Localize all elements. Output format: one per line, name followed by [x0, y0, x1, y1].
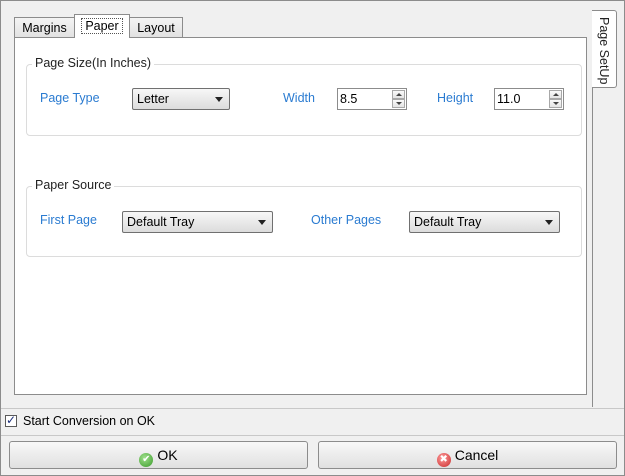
first-page-select[interactable]: Default Tray: [122, 211, 273, 233]
arrow-up-icon: [553, 93, 559, 96]
width-label: Width: [283, 91, 315, 105]
paper-source-group: Paper Source First Page Default Tray Oth…: [26, 178, 582, 257]
height-spin-buttons: [549, 90, 562, 108]
width-decrement-button[interactable]: [392, 99, 405, 108]
chevron-down-icon: [215, 97, 223, 102]
width-stepper[interactable]: [337, 88, 407, 110]
check-circle-icon: ✔: [139, 453, 154, 467]
checkmark-icon: ✓: [6, 413, 17, 427]
height-decrement-button[interactable]: [549, 99, 562, 108]
other-pages-label: Other Pages: [311, 213, 382, 227]
paper-tab-panel: Page Size(In Inches) Page Type Letter Wi…: [14, 37, 587, 395]
chevron-down-icon: [258, 220, 266, 225]
other-pages-select[interactable]: Default Tray: [409, 211, 560, 233]
side-divider: [592, 87, 593, 407]
page-setup-window: Margins Paper Layout Page Size(In Inches…: [0, 0, 625, 476]
tab-margins-label: Margins: [22, 21, 67, 35]
arrow-down-icon: [396, 102, 402, 105]
tab-page-setup[interactable]: Page SetUp: [592, 10, 617, 88]
page-type-label: Page Type: [40, 91, 100, 105]
tab-paper[interactable]: Paper: [74, 14, 130, 38]
ok-label: OK: [157, 447, 178, 463]
tab-paper-label: Paper: [81, 18, 123, 34]
height-input[interactable]: [497, 91, 541, 107]
cancel-button[interactable]: ✖ Cancel: [318, 441, 617, 469]
page-setup-tab-label: Page SetUp: [597, 17, 611, 85]
height-label: Height: [437, 91, 474, 105]
page-type-select[interactable]: Letter: [132, 88, 230, 110]
width-increment-button[interactable]: [392, 90, 405, 99]
arrow-up-icon: [396, 93, 402, 96]
ok-button[interactable]: ✔ OK: [9, 441, 308, 469]
divider: [1, 435, 624, 436]
height-stepper[interactable]: [494, 88, 564, 110]
first-page-value: Default Tray: [127, 215, 195, 229]
page-size-title: Page Size(In Inches): [32, 56, 155, 70]
tab-margins[interactable]: Margins: [14, 17, 75, 37]
page-type-value: Letter: [137, 92, 169, 106]
chevron-down-icon: [545, 220, 553, 225]
page-size-group: Page Size(In Inches) Page Type Letter Wi…: [26, 56, 582, 136]
other-pages-value: Default Tray: [414, 215, 482, 229]
paper-source-title: Paper Source: [32, 178, 115, 192]
divider: [1, 408, 624, 409]
tab-layout-label: Layout: [137, 21, 175, 35]
first-page-label: First Page: [40, 213, 97, 227]
start-conversion-checkbox[interactable]: ✓: [5, 413, 17, 427]
width-spin-buttons: [392, 90, 405, 108]
cancel-label: Cancel: [454, 447, 499, 463]
tab-layout[interactable]: Layout: [129, 17, 183, 37]
width-input[interactable]: [340, 91, 384, 107]
arrow-down-icon: [553, 102, 559, 105]
start-conversion-label[interactable]: Start Conversion on OK: [23, 414, 155, 428]
height-increment-button[interactable]: [549, 90, 562, 99]
close-circle-icon: ✖: [436, 453, 451, 467]
